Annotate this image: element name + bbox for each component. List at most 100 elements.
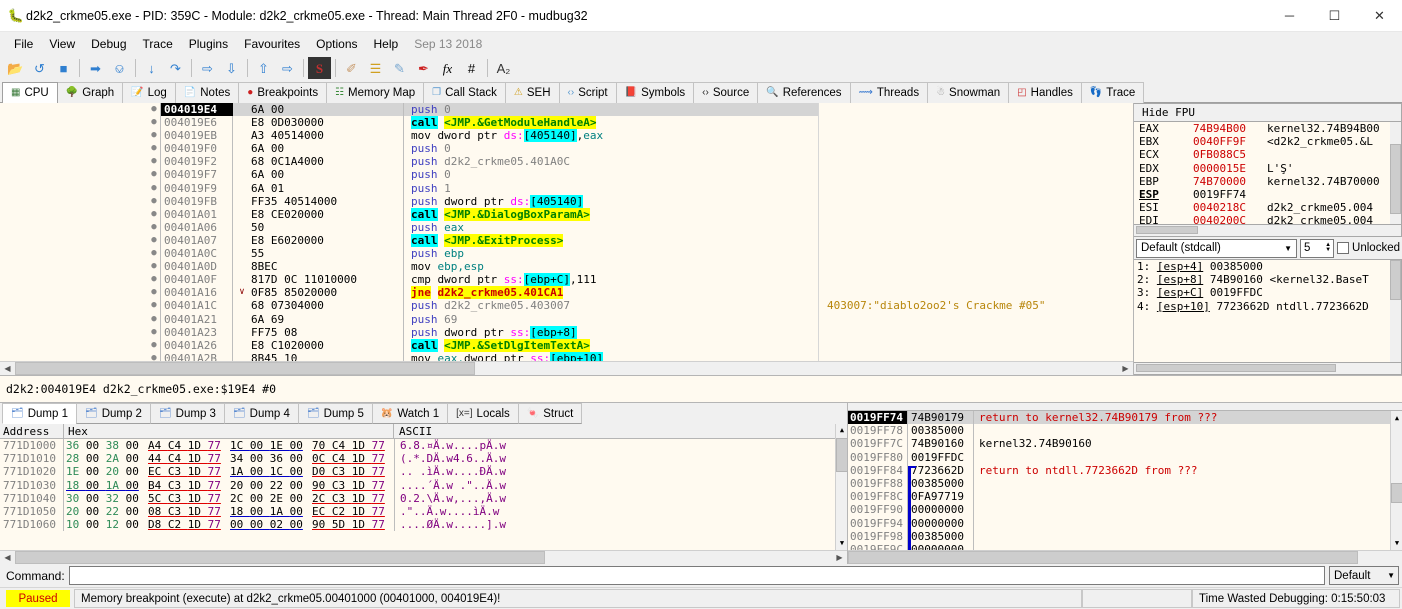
stack-hscrollbar[interactable] (848, 550, 1402, 564)
dump-hex-cells[interactable]: 28 00 2A 00 44 C4 1D 77 34 00 36 00 0C C4 1… (64, 452, 394, 465)
stack-value[interactable]: 00385000 (908, 424, 974, 438)
dump-hex-byte[interactable]: 1E (270, 439, 290, 452)
dump-hex-byte[interactable]: 18 (66, 479, 86, 492)
stack-value[interactable]: 74B90160 (908, 437, 974, 451)
dump-hex-byte[interactable]: 2E (270, 492, 290, 505)
breakpoint-dot-icon[interactable]: ● (148, 312, 161, 326)
disassembly-row[interactable]: ● 00401A21 6A 69 push 69 (0, 312, 1133, 326)
dump-hex-group[interactable]: 30 00 32 00 (66, 492, 148, 505)
dump-hex-byte[interactable]: 90 (312, 479, 332, 492)
register-row[interactable]: EAX 74B94B00 kernel32.74B94B00 (1134, 122, 1401, 135)
dump-hex-byte[interactable]: 34 (230, 452, 250, 465)
unlocked-checkbox[interactable] (1337, 242, 1350, 254)
stack-value[interactable]: 7723662D (908, 463, 974, 477)
menu-item-trace[interactable]: Trace (135, 34, 181, 54)
disassembly-row[interactable]: ● 004019E4 6A 00 push 0 (0, 103, 1133, 117)
dump-hex-byte[interactable]: C4 (332, 439, 352, 452)
disassembly-row[interactable]: ● 00401A0C 55 push ebp (0, 247, 1133, 261)
stack-row[interactable]: 0019FF8C 0FA97719 (848, 490, 1402, 504)
register-value[interactable]: 0FB088C5 (1193, 148, 1267, 161)
disassembly-row[interactable]: ● 004019FB FF35 40514000 push dword ptr ds:… (0, 194, 1133, 208)
stack-hscroll-track[interactable] (848, 551, 1402, 564)
patch-icon[interactable]: ✐ (340, 57, 363, 79)
dump-hex-group[interactable]: D8 C2 1D 77 (148, 518, 230, 531)
dump-hscroll-thumb[interactable] (15, 551, 545, 564)
dump-hex-byte[interactable]: 77 (372, 452, 385, 465)
menu-item-favourites[interactable]: Favourites (236, 34, 308, 54)
register-value[interactable]: 74B94B00 (1193, 122, 1267, 135)
dump-row[interactable]: 771D1020 1E 00 20 00 EC C3 1D 77 1A 00 1C 0… (0, 465, 847, 479)
disassembly-row[interactable]: ● 00401A07 E8 E6020000 call <JMP.&ExitProce… (0, 233, 1133, 248)
breakpoint-dot-icon[interactable]: ● (148, 247, 161, 261)
dump-hex-byte[interactable]: 00 (250, 492, 270, 505)
dump-hex-group[interactable]: 2C C3 1D 77 (312, 492, 394, 505)
dump-hex-byte[interactable]: 77 (208, 439, 221, 452)
dump-hex-byte[interactable]: 1D (188, 439, 208, 452)
dump-row[interactable]: 771D1060 10 00 12 00 D8 C2 1D 77 00 00 02 0… (0, 518, 847, 532)
dump-hex-byte[interactable]: 5C (148, 492, 168, 505)
register-hscrollbar[interactable] (1134, 225, 1402, 237)
dump-hex-group[interactable]: 1C 00 1E 00 (230, 439, 312, 452)
dump-tab-dump-3[interactable]: 🗂 Dump 3 (149, 403, 225, 424)
dump-hex-byte[interactable]: 1D (188, 465, 208, 478)
stack-args-list[interactable]: 1: [esp+4] 00385000 2: [esp+8] 74B90160 <… (1134, 259, 1402, 363)
tab-references[interactable]: 🔍 References (757, 82, 851, 103)
scroll-right-icon[interactable]: ▶ (1118, 364, 1133, 373)
stack-value[interactable]: 74B90179 (908, 411, 974, 425)
tab-script[interactable]: ‹› Script (558, 82, 617, 103)
tab-handles[interactable]: ◰ Handles (1008, 82, 1082, 103)
stack-scroll-down-icon[interactable]: ▼ (1391, 536, 1402, 550)
dump-hex-group[interactable]: 70 C4 1D 77 (312, 439, 394, 452)
dump-hex-group[interactable]: D0 C3 1D 77 (312, 465, 394, 478)
tab-snowman[interactable]: ☃ Snowman (927, 82, 1010, 103)
dump-hex-byte[interactable]: 00 (86, 479, 106, 492)
dump-hex-cells[interactable]: 30 00 32 00 5C C3 1D 77 2C 00 2E 00 2C C3 1… (64, 492, 394, 505)
step-into-icon[interactable]: ↓ (140, 57, 163, 79)
dump-hex-byte[interactable]: C4 (168, 439, 188, 452)
font-icon[interactable]: A₂ (492, 57, 515, 79)
dump-hex-cells[interactable]: 10 00 12 00 D8 C2 1D 77 00 00 02 00 90 5D 1… (64, 518, 394, 531)
dump-hex-byte[interactable]: 77 (208, 518, 221, 531)
disassembly-row[interactable]: ● 00401A16 ∨ 0F85 85020000 jne d2k2_crkme05.… (0, 286, 1133, 300)
dump-hex-group[interactable]: 34 00 36 00 (230, 452, 312, 465)
register-row[interactable]: EDX 0000015E L'Ş' (1134, 162, 1401, 175)
tab-memory-map[interactable]: ☷ Memory Map (326, 82, 425, 103)
breakpoint-dot-icon[interactable]: ● (148, 299, 161, 313)
dump-hex-byte[interactable]: C3 (332, 465, 352, 478)
notes-icon[interactable]: ✎ (388, 57, 411, 79)
dump-hex-byte[interactable]: 10 (66, 518, 86, 531)
dump-tab-watch-1[interactable]: 🐹 Watch 1 (371, 403, 449, 424)
dump-hex-group[interactable]: 44 C4 1D 77 (148, 452, 230, 465)
dump-hex-byte[interactable]: C3 (332, 492, 352, 505)
dump-hex-byte[interactable]: 77 (372, 505, 385, 518)
stack-value[interactable]: 00000000 (908, 516, 974, 530)
tab-graph[interactable]: 🌳 Graph (56, 82, 124, 103)
scylla-icon[interactable]: S (308, 57, 331, 79)
dump-grid[interactable]: Address Hex ASCII 771D1000 36 00 38 00 A4 … (0, 424, 847, 550)
breakpoint-dot-icon[interactable]: ● (148, 233, 161, 248)
dump-hex-byte[interactable]: 18 (230, 505, 250, 518)
dump-hex-group[interactable]: 5C C3 1D 77 (148, 492, 230, 505)
dump-hex-byte[interactable]: 1A (230, 465, 250, 478)
dump-hex-byte[interactable]: 20 (106, 465, 126, 478)
dump-vscroll-thumb[interactable] (836, 438, 847, 472)
register-row[interactable]: ECX 0FB088C5 (1134, 148, 1401, 161)
dump-hex-byte[interactable]: 77 (372, 492, 385, 505)
dump-hscrollbar[interactable]: ◀ ▶ (0, 550, 847, 564)
dump-tab-dump-5[interactable]: 🗂 Dump 5 (297, 403, 373, 424)
stack-row[interactable]: 0019FF88 00385000 (848, 476, 1402, 491)
dump-hex-byte[interactable]: 1D (188, 452, 208, 465)
dump-scroll-down-icon[interactable]: ▼ (836, 537, 847, 550)
breakpoint-dot-icon[interactable]: ● (148, 181, 161, 195)
dump-hex-byte[interactable]: 2A (106, 452, 126, 465)
stack-arg-row[interactable]: 2: [esp+8] 74B90160 <kernel32.BaseT (1134, 273, 1401, 286)
open-icon[interactable]: 📂 (4, 57, 27, 79)
breakpoint-dot-icon[interactable]: ● (148, 325, 161, 339)
tab-call-stack[interactable]: ❐ Call Stack (423, 82, 506, 103)
disassembly-hscrollbar[interactable]: ◀ ▶ (0, 361, 1133, 375)
stack-args-vscrollbar[interactable] (1390, 260, 1401, 362)
dump-hex-group[interactable]: B4 C3 1D 77 (148, 479, 230, 492)
stack-hscroll-thumb[interactable] (848, 551, 1358, 564)
dump-hscroll-track[interactable] (15, 551, 832, 564)
dump-hex-byte[interactable]: 00 (126, 518, 139, 531)
